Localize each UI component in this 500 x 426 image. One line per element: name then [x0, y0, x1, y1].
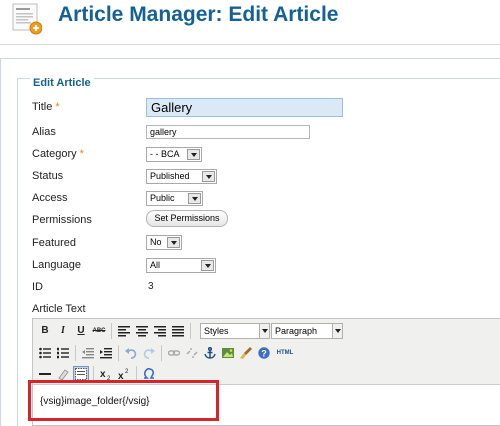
cleanup-brush-icon[interactable]	[238, 345, 254, 361]
indent-icon[interactable]	[98, 345, 114, 361]
anchor-icon[interactable]	[202, 345, 218, 361]
chevron-down-icon	[201, 260, 214, 271]
chevron-down-icon	[188, 193, 201, 204]
status-label: Status	[32, 170, 64, 182]
article-text-label: Article Text	[32, 303, 86, 315]
featured-value: No	[150, 237, 162, 247]
access-select[interactable]: Public	[146, 191, 203, 206]
align-right-icon[interactable]	[152, 323, 168, 339]
fieldset-legend: Edit Article	[30, 77, 94, 89]
status-value: Published	[150, 171, 190, 181]
svg-text:2: 2	[125, 369, 129, 375]
toolbar-separator	[118, 345, 119, 361]
alias-label: Alias	[32, 126, 56, 138]
access-value: Public	[150, 193, 175, 203]
numbered-list-icon[interactable]	[55, 345, 71, 361]
page-header: Article Manager: Edit Article	[0, 0, 500, 44]
svg-text:?: ?	[261, 348, 267, 358]
styles-select[interactable]: Styles	[200, 323, 270, 339]
title-input[interactable]: Gallery	[146, 98, 343, 117]
chevron-down-icon	[202, 171, 215, 182]
format-select[interactable]: Paragraph	[271, 323, 343, 339]
format-select-label: Paragraph	[275, 326, 318, 336]
featured-select[interactable]: No	[146, 235, 182, 250]
italic-button[interactable]: I	[55, 323, 71, 339]
highlight-annotation	[28, 380, 219, 421]
language-value: All	[150, 260, 161, 270]
toolbar-separator	[75, 345, 76, 361]
redo-icon[interactable]	[141, 345, 157, 361]
required-marker: *	[55, 101, 60, 113]
svg-text:x: x	[100, 369, 106, 380]
title-label-text: Title	[32, 101, 53, 113]
category-label: Category *	[32, 148, 84, 160]
featured-label: Featured	[32, 237, 77, 249]
chevron-down-icon	[332, 324, 342, 338]
chevron-down-icon	[187, 149, 200, 160]
id-value: 3	[148, 281, 154, 292]
underline-button[interactable]: U	[73, 323, 89, 339]
category-label-text: Category	[32, 148, 77, 160]
chevron-down-icon	[259, 324, 269, 338]
align-justify-icon[interactable]	[170, 323, 186, 339]
header-divider	[0, 44, 500, 45]
html-source-button[interactable]: HTML	[275, 345, 295, 361]
styles-select-label: Styles	[204, 326, 229, 336]
link-icon[interactable]	[166, 345, 182, 361]
permissions-label: Permissions	[32, 214, 92, 226]
toolbar-separator	[190, 323, 191, 339]
bold-button[interactable]: B	[37, 323, 53, 339]
insert-image-icon[interactable]	[220, 345, 236, 361]
bullet-list-icon[interactable]	[37, 345, 53, 361]
help-icon[interactable]: ?	[256, 345, 272, 361]
id-label: ID	[32, 281, 43, 293]
alias-input[interactable]: gallery	[146, 125, 310, 139]
unlink-icon[interactable]	[184, 345, 200, 361]
category-select[interactable]: - - BCA	[146, 147, 202, 162]
undo-icon[interactable]	[123, 345, 139, 361]
editor-toolbar: B I U ABC Styles Paragraph ? HTML x 2 x …	[33, 319, 500, 385]
article-add-icon	[12, 3, 43, 35]
chevron-down-icon	[167, 237, 180, 248]
svg-text:x: x	[118, 371, 124, 380]
language-label: Language	[32, 259, 81, 271]
toolbar-separator	[161, 345, 162, 361]
outdent-icon[interactable]	[80, 345, 96, 361]
align-left-icon[interactable]	[116, 323, 132, 339]
title-label: Title *	[32, 101, 60, 113]
toolbar-separator	[111, 323, 112, 339]
language-select[interactable]: All	[146, 258, 216, 273]
category-value: - - BCA	[150, 149, 180, 159]
strikethrough-button[interactable]: ABC	[91, 323, 107, 339]
access-label: Access	[32, 192, 68, 204]
status-select[interactable]: Published	[146, 169, 217, 184]
page-title: Article Manager: Edit Article	[58, 3, 339, 26]
align-center-icon[interactable]	[134, 323, 150, 339]
set-permissions-button[interactable]: Set Permissions	[146, 210, 228, 227]
required-marker: *	[79, 148, 84, 160]
